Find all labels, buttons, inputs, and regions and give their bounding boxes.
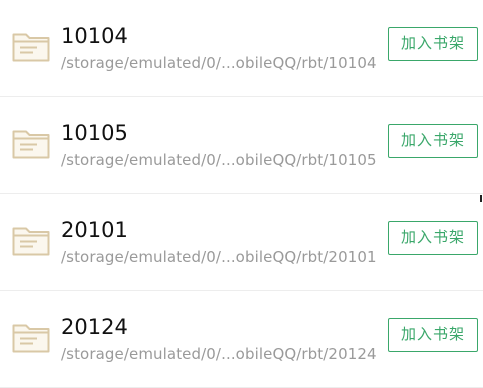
file-path: /storage/emulated/0/...obileQQ/rbt/20101 <box>61 248 377 266</box>
file-path: /storage/emulated/0/...obileQQ/rbt/10105 <box>61 151 377 169</box>
file-name: 10105 <box>61 121 128 145</box>
file-path: /storage/emulated/0/...obileQQ/rbt/20124 <box>61 345 377 363</box>
file-name: 20124 <box>61 315 128 339</box>
list-item[interactable]: 10105 /storage/emulated/0/...obileQQ/rbt… <box>0 97 483 194</box>
add-to-bookshelf-button[interactable]: 加入书架 <box>388 318 478 352</box>
add-to-bookshelf-button[interactable]: 加入书架 <box>388 124 478 158</box>
folder-icon <box>12 130 50 159</box>
scroll-indicator <box>480 195 482 202</box>
list-item[interactable]: 10104 /storage/emulated/0/...obileQQ/rbt… <box>0 0 483 97</box>
file-list: 10104 /storage/emulated/0/...obileQQ/rbt… <box>0 0 483 388</box>
list-item[interactable]: 20124 /storage/emulated/0/...obileQQ/rbt… <box>0 291 483 388</box>
list-item[interactable]: 20101 /storage/emulated/0/...obileQQ/rbt… <box>0 194 483 291</box>
add-to-bookshelf-button[interactable]: 加入书架 <box>388 27 478 61</box>
file-name: 20101 <box>61 218 128 242</box>
file-path: /storage/emulated/0/...obileQQ/rbt/10104 <box>61 54 377 72</box>
folder-icon <box>12 227 50 256</box>
add-to-bookshelf-button[interactable]: 加入书架 <box>388 221 478 255</box>
file-name: 10104 <box>61 24 128 48</box>
folder-icon <box>12 324 50 353</box>
folder-icon <box>12 33 50 62</box>
